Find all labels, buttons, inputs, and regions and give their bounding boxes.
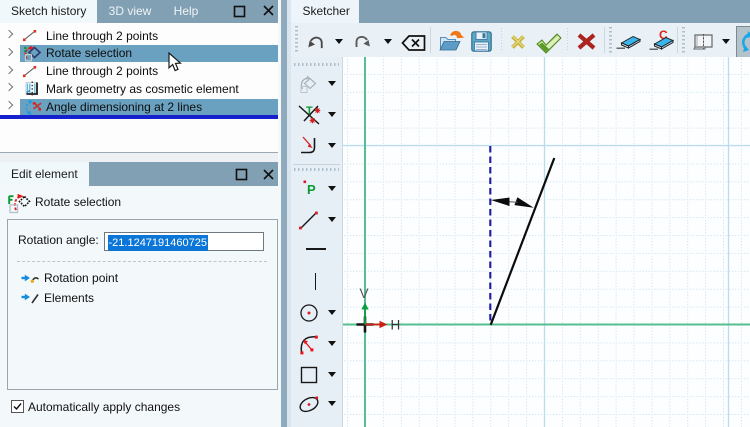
svg-text:H: H [391,318,401,333]
svg-text:V: V [360,286,369,301]
svg-text:T: T [306,105,313,117]
svg-text:P: P [307,182,316,196]
